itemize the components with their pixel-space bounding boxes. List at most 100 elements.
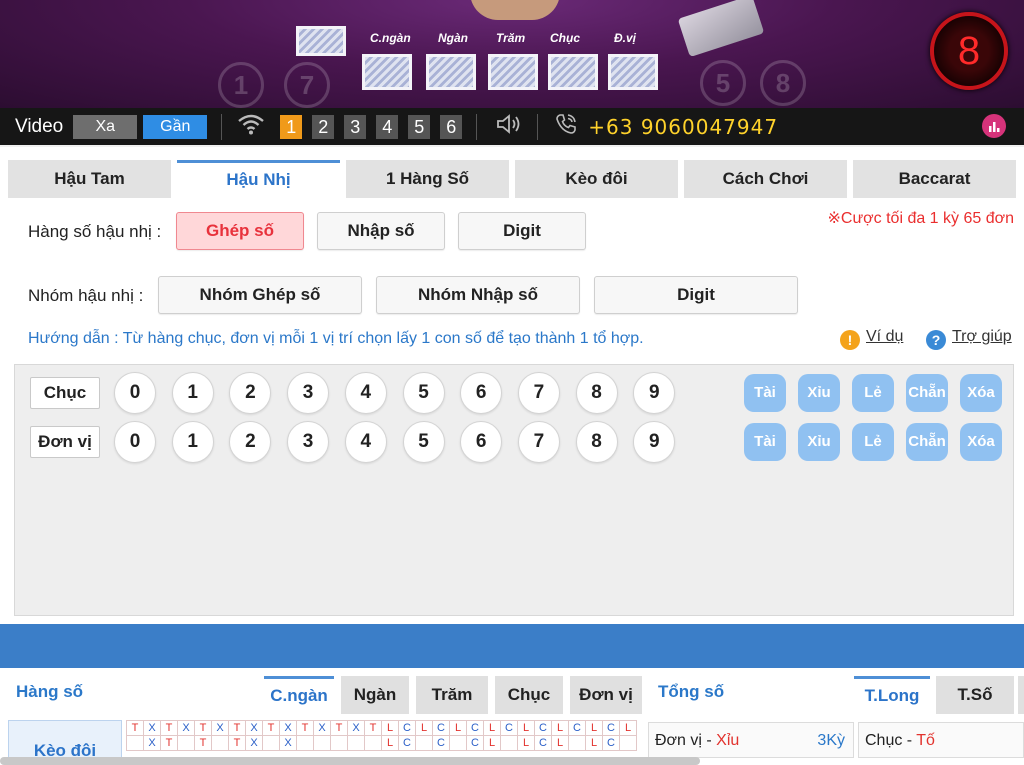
road-cell: T [126,720,144,736]
card-shoe [677,0,765,58]
summary-label: Chục - [865,732,917,749]
digit-ball[interactable]: 8 [575,421,618,463]
group-nhap-so-button[interactable]: Nhóm Nhập số [376,276,580,314]
quick-select-button[interactable]: Chẵn [906,423,948,461]
board-left-label: Hàng số [16,682,84,701]
position-tab-chuc[interactable]: Chục [495,676,563,714]
quick-select-button[interactable]: Lẻ [852,423,894,461]
channel-button-5[interactable]: 5 [408,114,431,139]
digit-ball[interactable]: 9 [633,372,676,414]
road-cell: C [534,720,552,736]
quick-select-button[interactable]: Xóa [960,423,1002,461]
road-cell: T [262,720,280,736]
tab-hau-nhi[interactable]: Hậu Nhị [177,160,340,198]
speaker-icon[interactable] [495,112,523,141]
tab-hau-tam[interactable]: Hậu Tam [8,160,171,198]
channel-button-1[interactable]: 1 [280,114,303,139]
road-cell: L [551,720,569,736]
digit-ball[interactable]: 6 [460,372,503,414]
live-video-area: 1 7 5 8 C.ngàn Ngàn Trăm Chục Đ.vị 8 [0,0,1024,108]
tab-baccarat[interactable]: Baccarat [853,160,1016,198]
position-tab-c-ngan[interactable]: C.ngàn [264,676,334,714]
digit-ball[interactable]: 6 [460,421,503,463]
digit-ball[interactable]: 5 [402,421,445,463]
quick-select-button[interactable]: Lẻ [852,374,894,412]
position-tab-don-vi[interactable]: Đơn vị [570,676,642,714]
road-cell: L [449,720,467,736]
road-cell: T [194,735,212,751]
digit-ball[interactable]: 3 [287,372,330,414]
channel-button-4[interactable]: 4 [376,114,399,139]
position-label: Chục [550,31,580,45]
digit-ball[interactable]: 3 [287,421,330,463]
nhap-so-button[interactable]: Nhập số [317,212,445,250]
road-cell: C [466,720,484,736]
road-cell: T [330,720,348,736]
channel-button-2[interactable]: 2 [312,114,335,139]
video-label: Video [15,115,64,137]
road-cell [126,735,144,751]
panel-divider [0,145,1024,155]
tab-cach-choi[interactable]: Cách Chơi [684,160,847,198]
quick-select-button[interactable]: Chẵn [906,374,948,412]
statistics-icon[interactable] [982,114,1006,138]
road-cell [330,735,348,751]
stat-tab-more[interactable] [1018,676,1024,714]
tab-keo-doi[interactable]: Kèo đôi [515,160,678,198]
quick-select-button[interactable]: Tài [744,374,786,412]
position-card [548,54,598,90]
quick-select-button[interactable]: Xóa [960,374,1002,412]
channel-button-3[interactable]: 3 [344,114,367,139]
road-cell [364,735,382,751]
far-view-button[interactable]: Xa [73,114,138,139]
digit-ball[interactable]: 7 [517,372,560,414]
group-ghep-so-button[interactable]: Nhóm Ghép số [158,276,362,314]
table-decor-ball: 1 [218,62,264,108]
stat-tab-t-so[interactable]: T.Số [936,676,1014,714]
position-label: C.ngàn [370,31,411,45]
stat-tab-t-long[interactable]: T.Long [854,676,930,714]
position-label: Đ.vị [614,31,637,45]
countdown-timer: 8 [930,12,1008,90]
group-digit-button[interactable]: Digit [594,276,798,314]
digit-ball[interactable]: 0 [114,372,156,414]
divider [476,113,478,140]
position-card [488,54,538,90]
near-view-button[interactable]: Gần [143,114,208,139]
bet-type-label: Hàng số hậu nhị : [28,222,162,241]
ghep-so-button[interactable]: Ghép số [176,212,304,250]
road-cell: T [296,720,314,736]
digit-ball[interactable]: 9 [633,421,676,463]
digit-ball[interactable]: 4 [344,372,387,414]
digit-button[interactable]: Digit [458,212,586,250]
channel-button-6[interactable]: 6 [440,114,463,139]
road-cell: T [160,735,178,751]
road-cell: X [347,720,365,736]
digit-ball[interactable]: 8 [575,372,618,414]
digit-ball[interactable]: 7 [517,421,560,463]
road-cell: L [517,735,535,751]
summary-count: 3Kỳ [817,732,845,749]
tab-1-hang-so[interactable]: 1 Hàng Số [346,160,509,198]
quick-select-button[interactable]: Tài [744,423,786,461]
digit-ball[interactable]: 1 [171,421,214,463]
summary-chuc: Chục - Tố [858,722,1024,758]
example-link[interactable]: Ví dụ [866,328,903,346]
video-control-bar: Video Xa Gần 1 2 3 4 5 6 +63 9060047947 [0,108,1024,145]
digit-ball[interactable]: 4 [344,421,387,463]
road-table: TXTXTXTXTXTXTXTLCLCLCLCLCLCLCLXTTTXXLCCC… [126,720,637,751]
horizontal-scrollbar[interactable] [0,757,700,765]
quick-select-button[interactable]: Xỉu [798,374,840,412]
road-cell: T [228,735,246,751]
help-link[interactable]: Trợ giúp [952,328,1012,346]
position-tab-tram[interactable]: Trăm [416,676,488,714]
digit-ball[interactable]: 0 [114,421,156,463]
position-tab-ngan[interactable]: Ngàn [341,676,409,714]
road-cell: T [228,720,246,736]
wifi-icon[interactable] [236,112,266,141]
quick-select-button[interactable]: Xỉu [798,423,840,461]
digit-ball[interactable]: 1 [171,372,214,414]
position-card [426,54,476,90]
digit-ball[interactable]: 5 [402,372,445,414]
road-cell: L [517,720,535,736]
